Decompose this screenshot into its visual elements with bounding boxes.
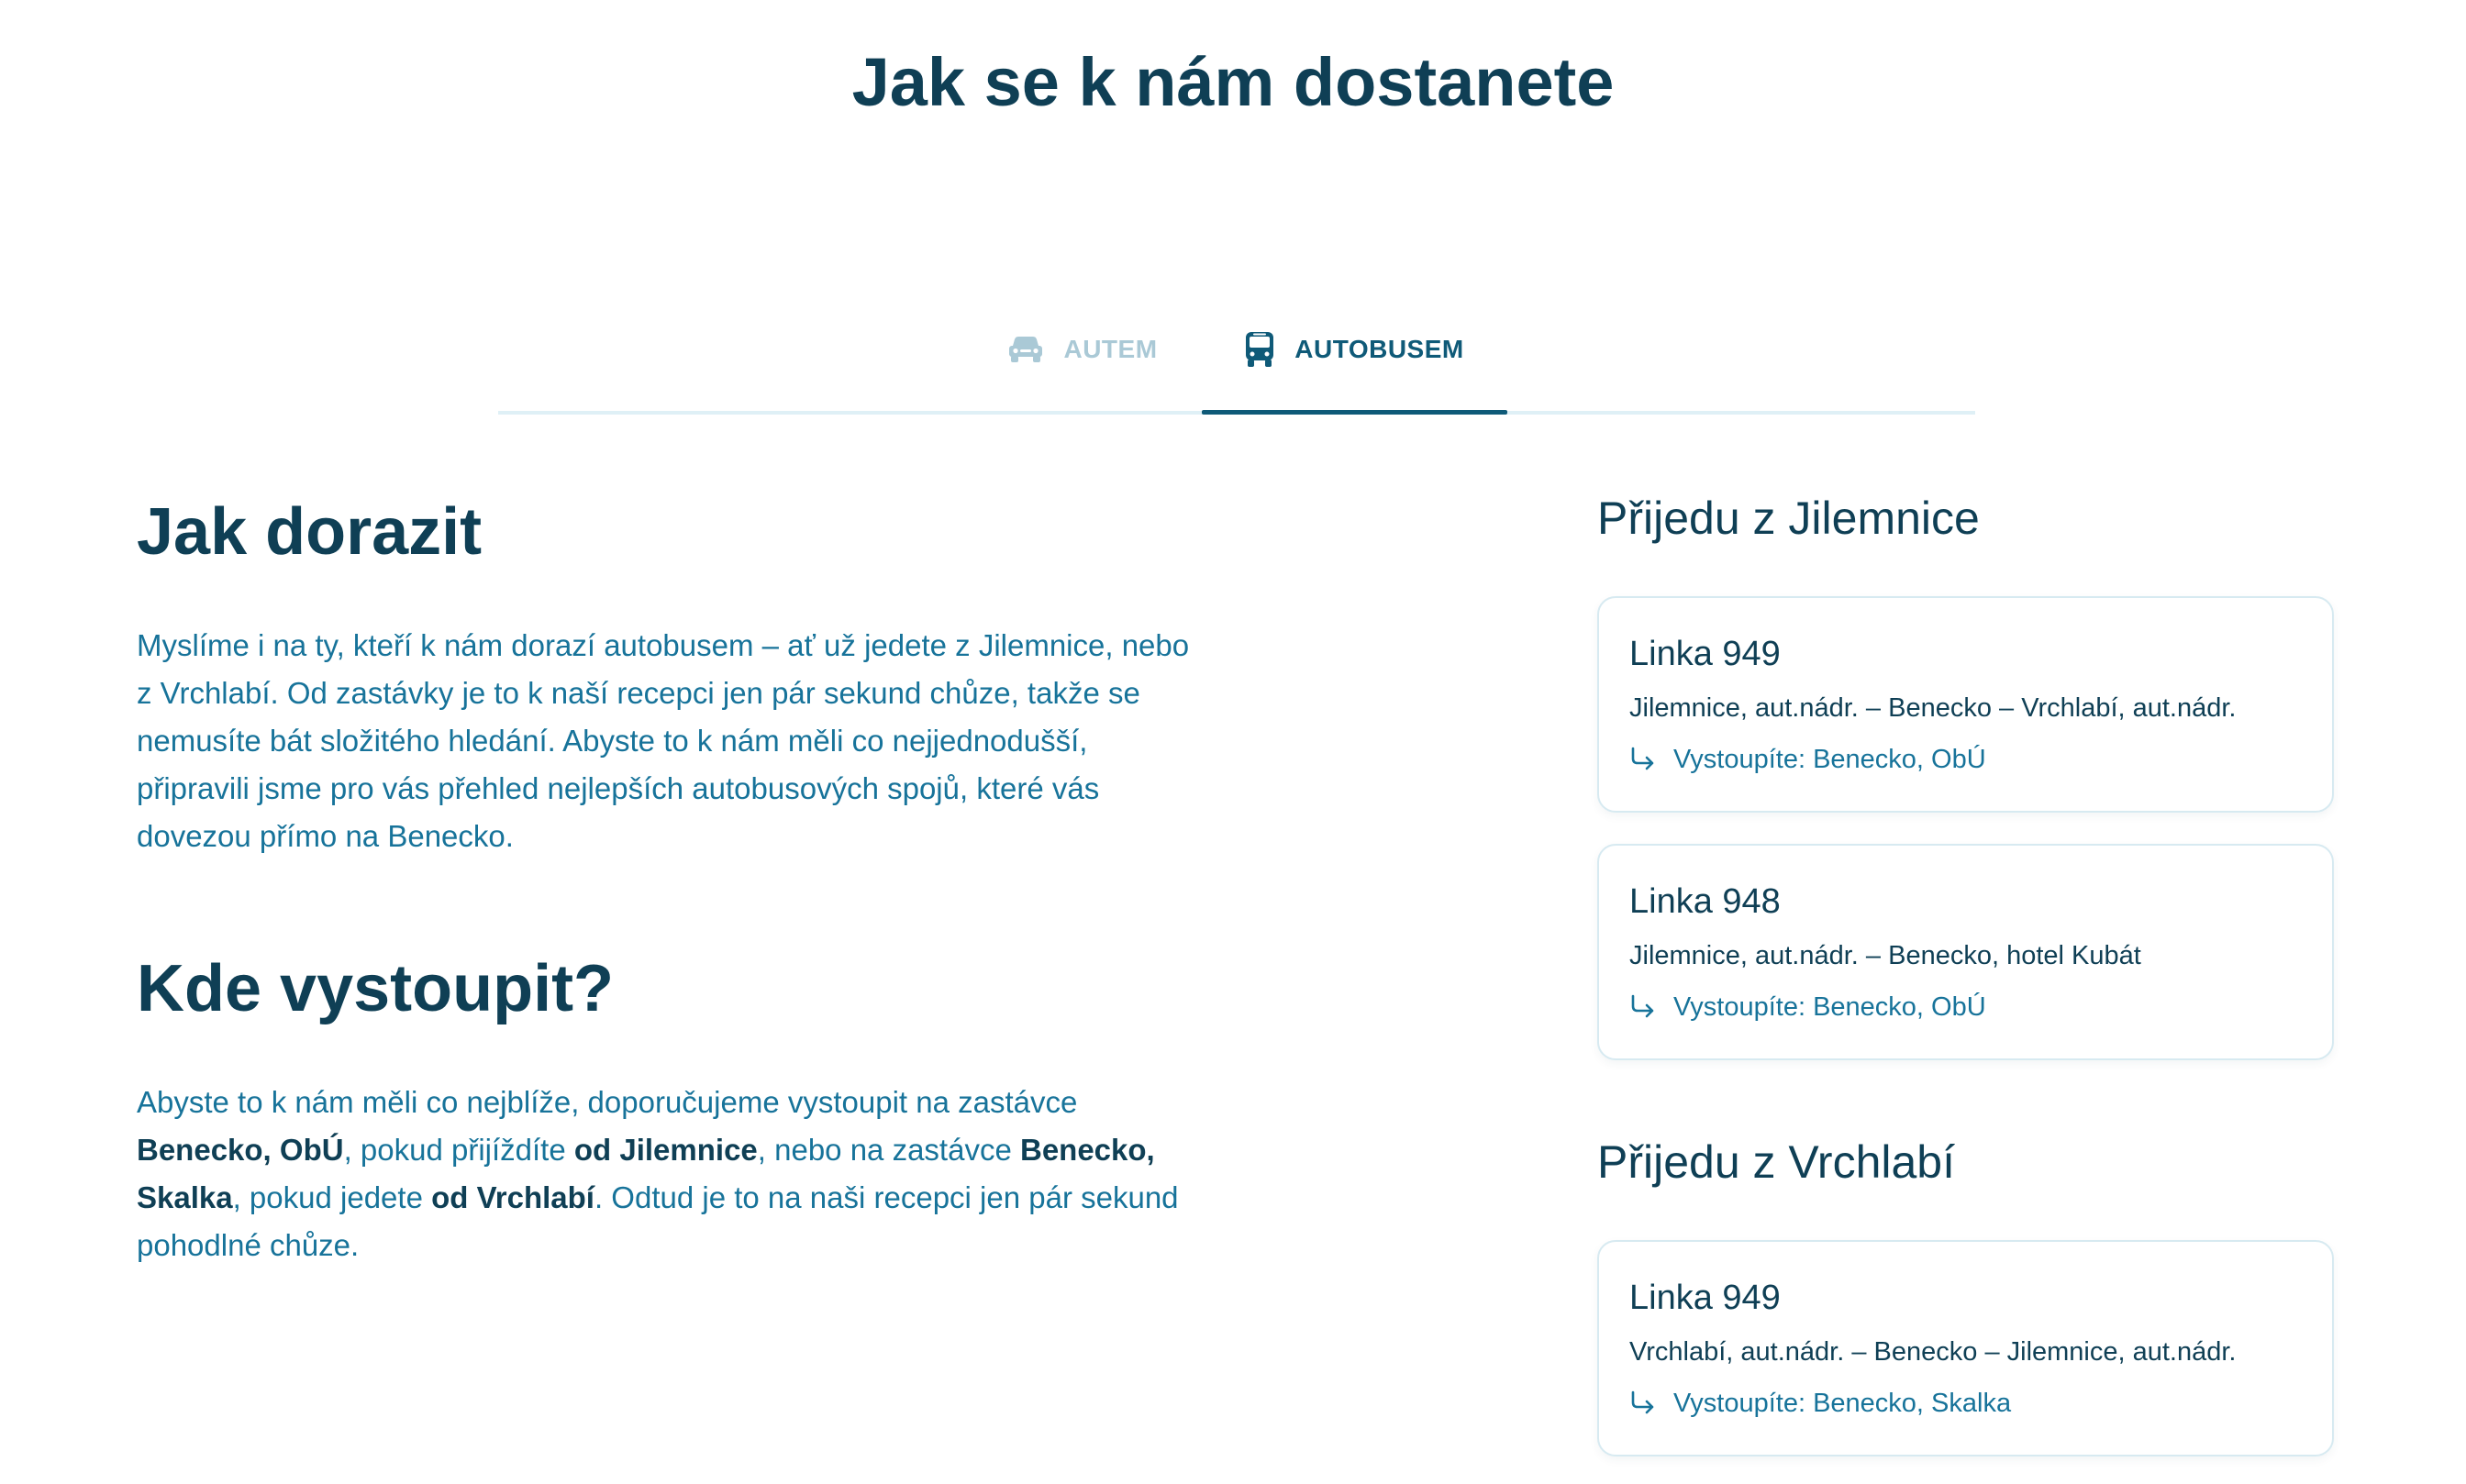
line-stop: Vystoupíte: Benecko, ObÚ [1629,989,2303,1025]
bus-line-card: Linka 949 Vrchlabí, aut.nádr. – Benecko … [1597,1240,2334,1456]
arrive-heading: Jak dorazit [137,495,483,569]
info-column: Jak dorazit Myslíme i na ty, kteří k nám… [137,486,1201,1269]
tab-car[interactable]: AUTEM [1003,284,1163,415]
line-title: Linka 949 [1629,635,1781,673]
line-title: Linka 949 [1629,1279,1781,1317]
car-icon [1008,336,1043,363]
page-title: Jak se k nám dostanete [851,44,1615,120]
arrive-text: Myslíme i na ty, kteří k nám dorazí auto… [137,628,1190,853]
bus-line-card: Linka 948 Jilemnice, aut.nádr. – Benecko… [1597,844,2334,1060]
transport-tabs: AUTEM AUTOBUSEM [498,284,1975,415]
line-stop: Vystoupíte: Benecko, Skalka [1629,1385,2303,1422]
line-route: Vrchlabí, aut.nádr. – Benecko – Jilemnic… [1629,1337,2237,1367]
line-route: Jilemnice, aut.nádr. – Benecko, hotel Ku… [1629,941,2141,970]
tab-bus-label: AUTOBUSEM [1294,335,1464,363]
where-heading: Kde vystoupit? [137,952,615,1025]
line-stop: Vystoupíte: Benecko, ObÚ [1629,741,2303,778]
where-text: Abyste to k nám měli co nejblíže, doporu… [137,1085,1179,1262]
bus-icon [1245,331,1274,368]
tab-bus[interactable]: AUTOBUSEM [1202,284,1507,415]
vrchlabi-heading: Přijedu z Vrchlabí [1597,1136,1955,1188]
group-from-vrchlabi: Přijedu z Vrchlabí Linka 949 Vrchlabí, a… [1597,1130,2335,1456]
line-route: Jilemnice, aut.nádr. – Benecko – Vrchlab… [1629,693,2237,723]
turn-arrow-icon [1629,994,1657,1020]
stop-name-obu: Benecko, ObÚ [137,1133,344,1167]
turn-arrow-icon [1629,747,1657,772]
from-jilemnice: od Jilemnice [573,1133,758,1167]
bus-line-card: Linka 949 Jilemnice, aut.nádr. – Benecko… [1597,596,2334,813]
group-from-jilemnice: Přijedu z Jilemnice Linka 949 Jilemnice,… [1597,486,2335,1060]
jilemnice-heading: Přijedu z Jilemnice [1597,493,1980,544]
bus-lines-column: Přijedu z Jilemnice Linka 949 Jilemnice,… [1597,486,2335,1456]
turn-arrow-icon [1629,1390,1657,1416]
tab-car-label: AUTEM [1063,335,1158,363]
line-title: Linka 948 [1629,882,1781,921]
from-vrchlabi: od Vrchlabí [431,1180,594,1214]
